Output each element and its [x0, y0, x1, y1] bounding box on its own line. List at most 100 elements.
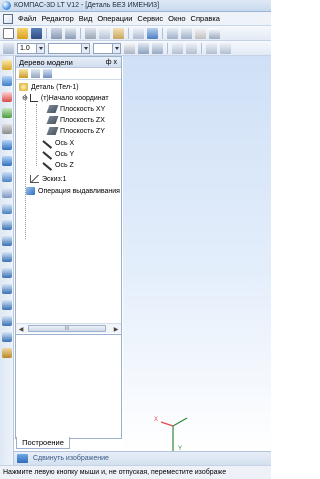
manager-icon[interactable]: [147, 27, 158, 39]
chevron-down-icon[interactable]: [112, 43, 120, 53]
ortho-icon[interactable]: [220, 42, 231, 54]
model-viewport[interactable]: X Y: [123, 56, 271, 451]
angle-icon[interactable]: [206, 42, 217, 54]
cut-icon[interactable]: [85, 27, 96, 39]
tree-node-plane-zy[interactable]: Плоскость ZY: [46, 126, 105, 136]
model-tree-title: Дерево модели: [19, 57, 73, 67]
save-icon[interactable]: [31, 27, 42, 39]
print-icon[interactable]: [65, 27, 76, 39]
scroll-left-icon[interactable]: ◀: [17, 325, 25, 333]
menu-file[interactable]: Файл: [18, 14, 36, 23]
redo-icon[interactable]: [181, 27, 192, 39]
scroll-thumb[interactable]: III: [28, 325, 106, 332]
new-file-icon[interactable]: [3, 27, 14, 39]
tree-structure-icon[interactable]: [19, 69, 28, 78]
chevron-down-icon[interactable]: [36, 43, 44, 53]
spatial-curves-icon[interactable]: [1, 76, 12, 86]
axis-icon: [42, 161, 52, 169]
paste-icon[interactable]: [113, 27, 124, 39]
elements-icon[interactable]: [1, 204, 12, 214]
surfaces-icon[interactable]: [1, 92, 12, 102]
model-tree: Деталь (Тел-1) ⊖ (т)Начало координат Пло…: [16, 82, 121, 322]
plane-icon: [46, 105, 59, 113]
kompas-logo-icon: [2, 1, 11, 10]
tree-node-label: Плоскость ZY: [60, 127, 105, 135]
menu-operations[interactable]: Операции: [97, 14, 132, 23]
function-icon[interactable]: [195, 27, 206, 39]
tree-node-label: Операция выдавливания: [38, 187, 120, 195]
menu-view[interactable]: Вид: [79, 14, 93, 23]
tree-connector: [25, 94, 26, 239]
tab-build[interactable]: Построение: [16, 437, 70, 449]
sketch-icon[interactable]: [124, 42, 135, 54]
arrays-icon[interactable]: [1, 108, 12, 118]
x-axis-line: [160, 421, 174, 427]
status-bar: Нажмите левую кнопку мыши и, не отпуская…: [0, 465, 271, 479]
scroll-right-icon[interactable]: ▶: [112, 325, 120, 333]
grid-icon[interactable]: [172, 42, 183, 54]
edit-part-icon[interactable]: [1, 60, 12, 70]
tree-horizontal-scrollbar[interactable]: ◀ III ▶: [16, 323, 121, 333]
kinematic-icon[interactable]: [1, 252, 12, 262]
fillet-icon[interactable]: [1, 300, 12, 310]
rib-icon[interactable]: [1, 348, 12, 358]
measure-icon[interactable]: [1, 140, 12, 150]
chevron-down-icon[interactable]: [81, 43, 89, 53]
grip-icon: [3, 42, 14, 54]
hint-label: Сдвинуть изображение: [33, 455, 109, 462]
filter-icon[interactable]: [1, 156, 12, 166]
rotate-icon[interactable]: [1, 236, 12, 246]
snap-icon[interactable]: [138, 42, 149, 54]
tree-node-extrude[interactable]: Операция выдавливания: [26, 186, 120, 196]
tree-node-sketch[interactable]: Эскиз:1: [30, 174, 67, 184]
toolbar-separator: [80, 27, 81, 39]
plane-icon: [46, 127, 59, 135]
toolbar-separator: [128, 27, 129, 39]
scale-combobox[interactable]: 1.0: [17, 42, 45, 54]
aux-geometry-icon[interactable]: [1, 124, 12, 134]
menu-service[interactable]: Сервис: [137, 14, 163, 23]
specification-icon[interactable]: [1, 172, 12, 182]
tree-node-plane-zx[interactable]: Плоскость ZX: [46, 115, 105, 125]
copy-icon[interactable]: [99, 27, 110, 39]
chamfer-icon[interactable]: [1, 316, 12, 326]
layer-combobox[interactable]: [48, 42, 90, 54]
tree-node-axis-y[interactable]: Ось Y: [42, 149, 74, 159]
tree-node-plane-xy[interactable]: Плоскость XY: [46, 104, 106, 114]
tree-connector: [36, 104, 37, 166]
hole-icon[interactable]: [1, 332, 12, 342]
tree-node-part[interactable]: Деталь (Тел-1): [19, 82, 79, 92]
tree-node-label: Плоскость XY: [60, 105, 106, 113]
extrude-icon[interactable]: [1, 220, 12, 230]
open-folder-icon[interactable]: [17, 27, 28, 39]
tree-node-label: Деталь (Тел-1): [31, 83, 79, 91]
cut-extrude-icon[interactable]: [1, 284, 12, 294]
y-axis-tip: [172, 417, 188, 427]
tree-node-label: Ось Y: [55, 150, 75, 158]
properties-icon[interactable]: [133, 27, 144, 39]
undo-icon[interactable]: [167, 27, 178, 39]
menu-window[interactable]: Окно: [168, 14, 185, 23]
collapse-icon[interactable]: ⊖: [22, 94, 28, 102]
title-bar: КОМПАС-3D LT V12 - [Деталь БЕЗ ИМЕНИ3]: [0, 0, 271, 12]
local-cs-icon[interactable]: [186, 42, 197, 54]
menu-bar: Файл Редактор Вид Операции Сервис Окно С…: [0, 12, 271, 26]
tree-node-axis-x[interactable]: Ось X: [42, 138, 74, 148]
tree-order-icon[interactable]: [31, 69, 40, 78]
edit-icon[interactable]: [152, 42, 163, 54]
tree-node-origin[interactable]: ⊖ (т)Начало координат: [22, 93, 109, 103]
help-pointer-icon[interactable]: [209, 27, 220, 39]
menu-help[interactable]: Справка: [191, 14, 220, 23]
style-combobox[interactable]: [93, 42, 121, 54]
loft-icon[interactable]: [1, 268, 12, 278]
toolbar-separator: [167, 42, 168, 54]
document-icon[interactable]: [3, 13, 13, 24]
tree-view-icon[interactable]: [43, 69, 52, 78]
sketch-icon: [30, 175, 39, 183]
tree-node-axis-z[interactable]: Ось Z: [42, 160, 74, 170]
pin-close-icon[interactable]: ф x: [106, 59, 117, 66]
menu-edit[interactable]: Редактор: [41, 14, 73, 23]
reports-icon[interactable]: [1, 188, 12, 198]
print-preview-icon[interactable]: [51, 27, 62, 39]
compact-panel: [0, 56, 14, 466]
